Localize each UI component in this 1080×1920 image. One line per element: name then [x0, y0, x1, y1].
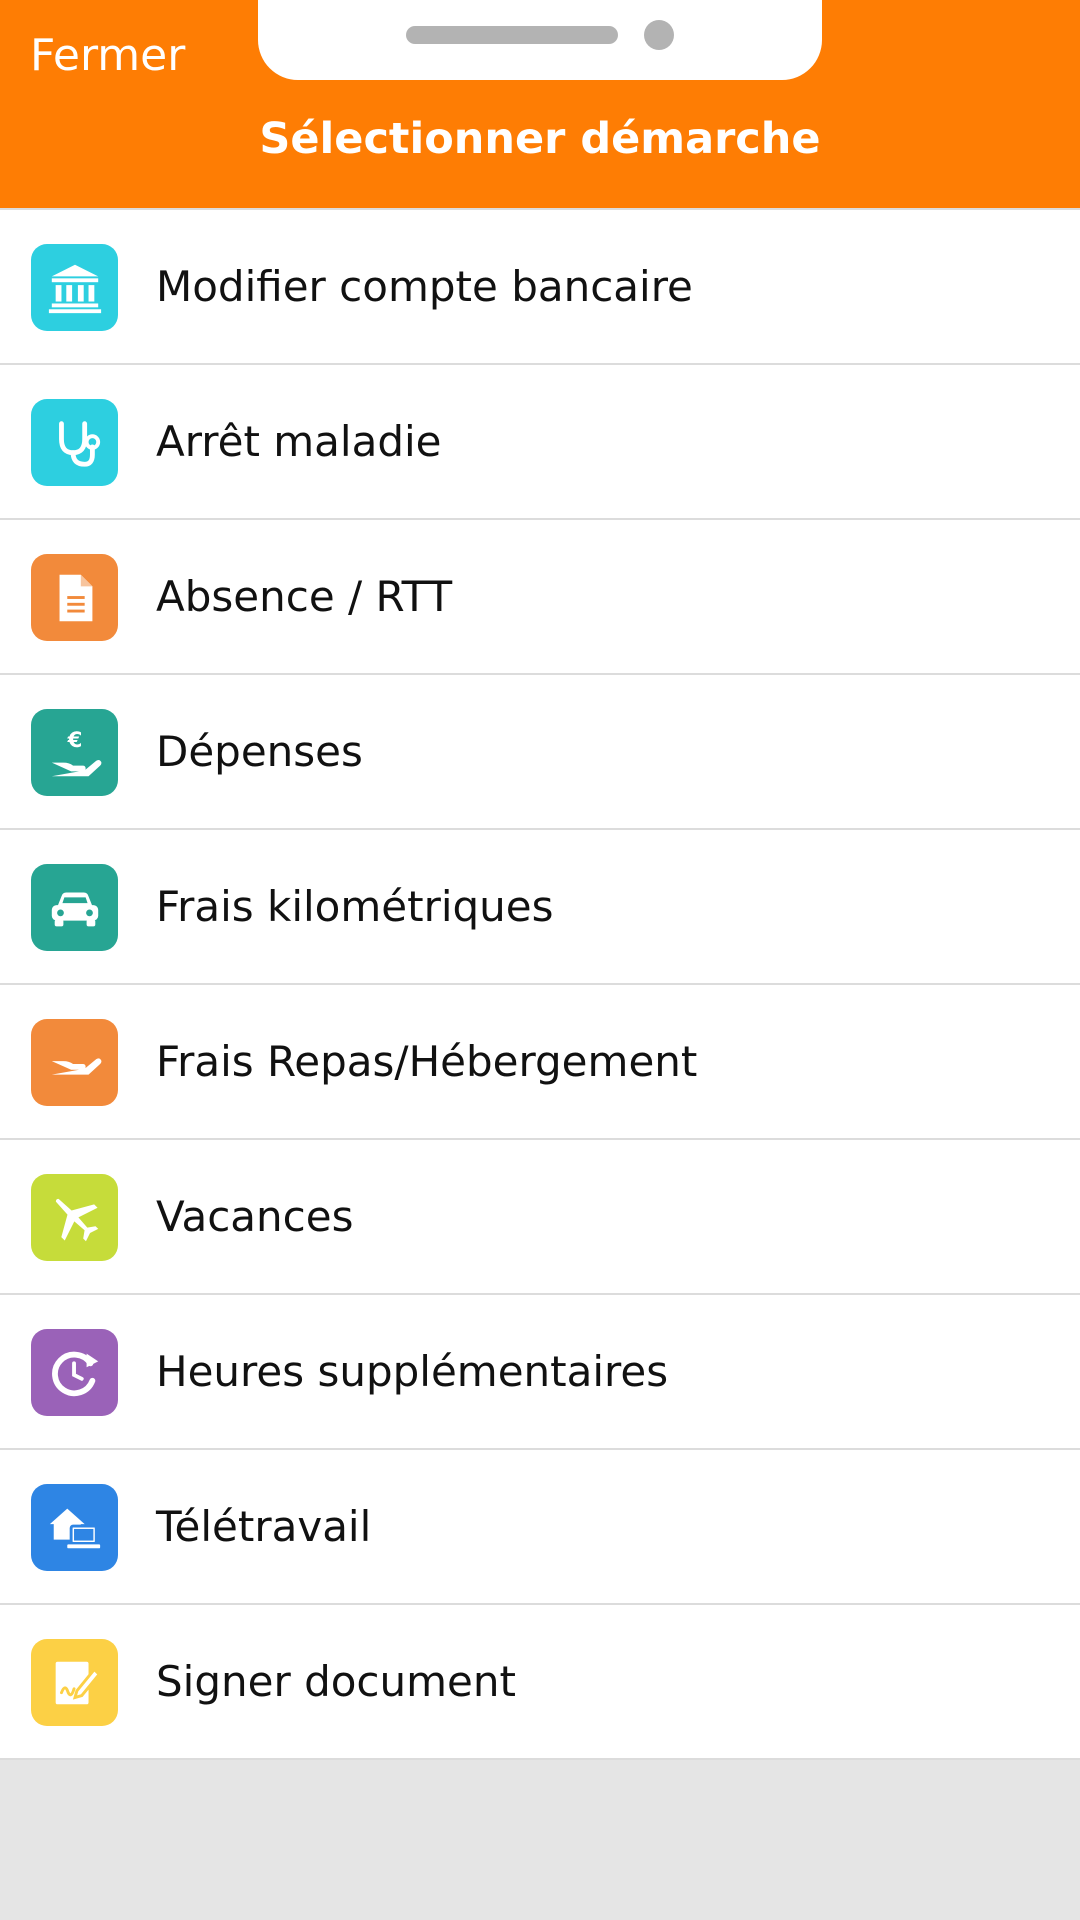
svg-text:€: € [66, 728, 82, 753]
home-laptop-icon [31, 1484, 118, 1571]
front-camera [644, 20, 674, 50]
list-item-modifier-compte-bancaire[interactable]: Modifier compte bancaire [0, 210, 1080, 365]
list-item-label: Télétravail [156, 1502, 372, 1551]
list-item-heures-supplementaires[interactable]: Heures supplémentaires [0, 1295, 1080, 1450]
procedure-list: Modifier compte bancaire Arrêt maladie A… [0, 208, 1080, 1760]
list-item-label: Frais kilométriques [156, 882, 554, 931]
page-title: Sélectionner démarche [259, 114, 821, 164]
list-item-arret-maladie[interactable]: Arrêt maladie [0, 365, 1080, 520]
list-item-depenses[interactable]: € Dépenses [0, 675, 1080, 830]
list-item-label: Signer document [156, 1657, 516, 1706]
car-icon [31, 864, 118, 951]
clock-arrow-icon [31, 1329, 118, 1416]
device-notch [258, 0, 822, 80]
bank-icon [31, 244, 118, 331]
list-item-frais-kilometriques[interactable]: Frais kilométriques [0, 830, 1080, 985]
document-icon [31, 554, 118, 641]
list-item-label: Absence / RTT [156, 572, 453, 621]
list-item-label: Vacances [156, 1192, 354, 1241]
app-header: Fermer Sélectionner démarche [0, 0, 1080, 208]
list-item-vacances[interactable]: Vacances [0, 1140, 1080, 1295]
plane-icon [31, 1174, 118, 1261]
list-item-teletravail[interactable]: Télétravail [0, 1450, 1080, 1605]
speaker-grille [406, 26, 618, 44]
list-item-label: Modifier compte bancaire [156, 262, 693, 311]
list-item-absence-rtt[interactable]: Absence / RTT [0, 520, 1080, 675]
list-item-signer-document[interactable]: Signer document [0, 1605, 1080, 1760]
list-item-label: Heures supplémentaires [156, 1347, 669, 1396]
list-item-frais-repas-hebergement[interactable]: Frais Repas/Hébergement [0, 985, 1080, 1140]
stethoscope-icon [31, 399, 118, 486]
list-item-label: Arrêt maladie [156, 417, 442, 466]
close-button[interactable]: Fermer [30, 30, 185, 81]
sign-document-icon [31, 1639, 118, 1726]
list-item-label: Dépenses [156, 727, 363, 776]
hand-icon [31, 1019, 118, 1106]
list-item-label: Frais Repas/Hébergement [156, 1037, 698, 1086]
euro-hand-icon: € [31, 709, 118, 796]
